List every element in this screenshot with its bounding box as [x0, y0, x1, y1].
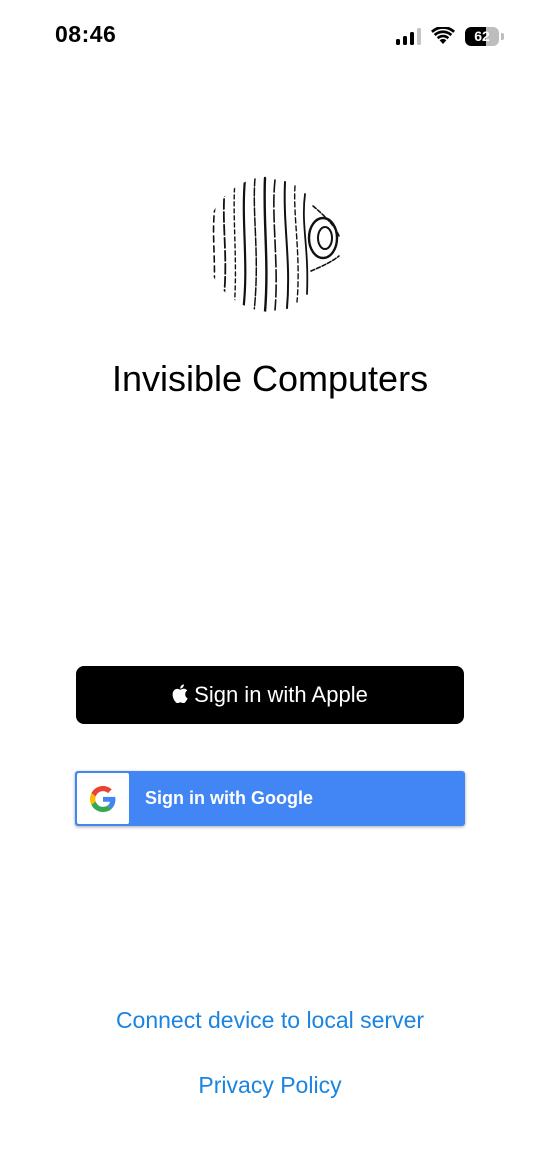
connect-local-server-link[interactable]: Connect device to local server: [0, 1007, 540, 1034]
privacy-policy-link[interactable]: Privacy Policy: [0, 1072, 540, 1099]
sign-in-with-google-button[interactable]: Sign in with Google: [75, 771, 465, 826]
app-logo: [205, 176, 341, 312]
battery-percent: 62: [474, 27, 490, 44]
wood-grain-logo-icon: [205, 176, 341, 312]
apple-icon: [172, 684, 188, 703]
google-g-icon: [90, 785, 116, 812]
cellular-signal-icon: [396, 27, 421, 45]
status-icons: 62: [396, 24, 504, 48]
battery-icon: 62: [465, 26, 499, 46]
wifi-icon: [431, 27, 455, 44]
google-logo-box: [77, 773, 129, 824]
status-time: 08:46: [55, 21, 117, 47]
login-screen: 08:46 62 Invisible Computers Sign in wit…: [0, 0, 540, 1169]
apple-button-label: Sign in with Apple: [194, 682, 368, 707]
app-title: Invisible Computers: [111, 358, 429, 399]
battery-tip: [501, 32, 504, 40]
google-button-label: Sign in with Google: [145, 788, 313, 808]
sign-in-with-apple-button[interactable]: Sign in with Apple: [76, 666, 464, 724]
